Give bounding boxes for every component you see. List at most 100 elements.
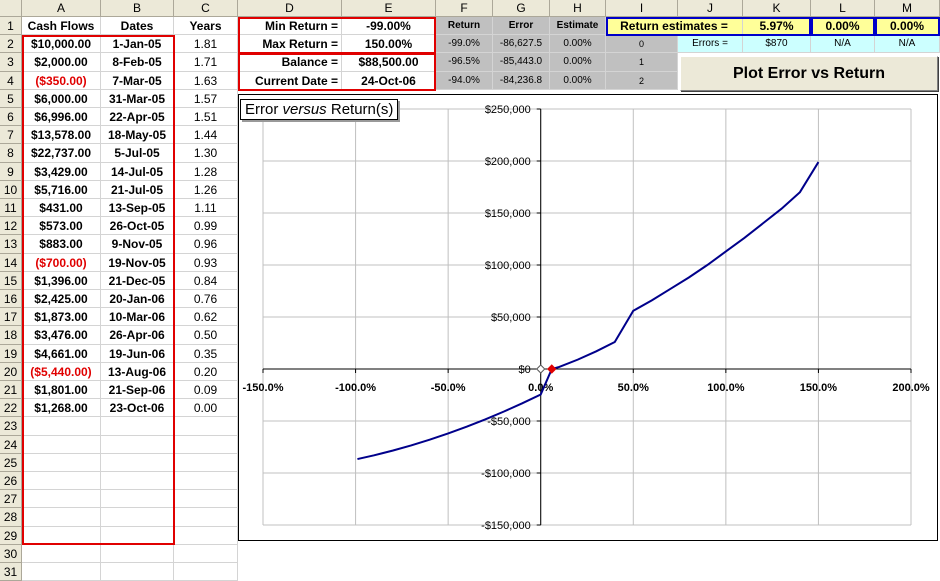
grid-cell[interactable] [101, 563, 174, 581]
grid-cell[interactable] [174, 526, 238, 545]
grid-cell[interactable] [22, 417, 101, 436]
grid-cell[interactable] [101, 544, 174, 563]
param-value-current-date[interactable]: 24-Oct-06 [342, 71, 436, 90]
cashflow-years[interactable]: 0.99 [174, 217, 238, 236]
column-header-h[interactable]: H [550, 0, 606, 17]
row-header-6[interactable]: 6 [0, 108, 22, 127]
row-header-15[interactable]: 15 [0, 271, 22, 290]
grid-cell[interactable] [101, 526, 174, 545]
row-header-12[interactable]: 12 [0, 217, 22, 236]
grid-cell[interactable] [22, 563, 101, 581]
errors-label[interactable]: Errors = [678, 35, 743, 54]
row-header-25[interactable]: 25 [0, 453, 22, 472]
column-header-e[interactable]: E [342, 0, 436, 17]
column-header-a[interactable]: A [22, 0, 101, 17]
grid-cell[interactable] [22, 435, 101, 454]
cashflow-date[interactable]: 31-Mar-05 [101, 89, 174, 108]
table-header-error[interactable]: Error [493, 17, 550, 36]
column-header-b[interactable]: B [101, 0, 174, 17]
cashflow-date[interactable]: 13-Aug-06 [101, 362, 174, 381]
cashflow-amount[interactable]: $1,268.00 [22, 399, 101, 418]
table-index[interactable]: 2 [606, 71, 678, 90]
column-header-m[interactable]: M [875, 0, 940, 17]
table-error[interactable]: -85,443.0 [493, 53, 550, 72]
cashflow-date[interactable]: 19-Nov-05 [101, 253, 174, 272]
param-label-max-return[interactable]: Max Return = [238, 35, 342, 54]
column-header-i[interactable]: I [606, 0, 678, 17]
cashflow-years[interactable]: 1.81 [174, 35, 238, 54]
cashflow-amount[interactable]: ($700.00) [22, 253, 101, 272]
cashflow-date[interactable]: 9-Nov-05 [101, 235, 174, 254]
cashflow-date[interactable]: 20-Jan-06 [101, 290, 174, 309]
header-years[interactable]: Years [174, 17, 238, 36]
param-label-min-return[interactable]: Min Return = [238, 17, 342, 36]
row-header-7[interactable]: 7 [0, 126, 22, 145]
row-header-14[interactable]: 14 [0, 253, 22, 272]
return-estimate-3[interactable]: 0.00% [875, 17, 940, 36]
cashflow-date[interactable]: 21-Dec-05 [101, 271, 174, 290]
select-all-corner[interactable] [0, 0, 22, 17]
cashflow-date[interactable]: 26-Oct-05 [101, 217, 174, 236]
cashflow-years[interactable]: 1.51 [174, 108, 238, 127]
grid-cell[interactable] [174, 544, 238, 563]
row-header-4[interactable]: 4 [0, 71, 22, 90]
grid-cell[interactable] [101, 490, 174, 509]
grid-cell[interactable] [22, 453, 101, 472]
cashflow-years[interactable]: 1.11 [174, 199, 238, 218]
row-header-16[interactable]: 16 [0, 290, 22, 309]
table-header-estimate[interactable]: Estimate [550, 17, 606, 36]
cashflow-amount[interactable]: $1,396.00 [22, 271, 101, 290]
row-header-27[interactable]: 27 [0, 490, 22, 509]
param-label-balance[interactable]: Balance = [238, 53, 342, 72]
return-estimate-2[interactable]: 0.00% [811, 17, 875, 36]
row-header-29[interactable]: 29 [0, 526, 22, 545]
cashflow-years[interactable]: 0.09 [174, 381, 238, 400]
cashflow-years[interactable]: 0.62 [174, 308, 238, 327]
error-value-3[interactable]: N/A [875, 35, 940, 54]
cashflow-years[interactable]: 0.93 [174, 253, 238, 272]
row-header-20[interactable]: 20 [0, 362, 22, 381]
cashflow-amount[interactable]: $2,425.00 [22, 290, 101, 309]
header-dates[interactable]: Dates [101, 17, 174, 36]
cashflow-years[interactable]: 1.26 [174, 180, 238, 199]
table-estimate[interactable]: 0.00% [550, 35, 606, 54]
param-value-balance[interactable]: $88,500.00 [342, 53, 436, 72]
table-index[interactable]: 0 [606, 35, 678, 54]
table-return[interactable]: -96.5% [436, 53, 493, 72]
grid-cell[interactable] [174, 417, 238, 436]
chart-area[interactable]: -150.0% -100.0% -50.0% 0.0% 50.0% 100.0% 150.0… [238, 94, 938, 541]
grid-cell[interactable] [22, 472, 101, 491]
table-estimate[interactable]: 0.00% [550, 53, 606, 72]
grid-cell[interactable] [174, 563, 238, 581]
grid-cell[interactable] [101, 453, 174, 472]
row-header-5[interactable]: 5 [0, 89, 22, 108]
table-error[interactable]: -86,627.5 [493, 35, 550, 54]
cashflow-amount[interactable]: $6,000.00 [22, 89, 101, 108]
row-header-8[interactable]: 8 [0, 144, 22, 163]
row-header-3[interactable]: 3 [0, 53, 22, 72]
cashflow-years[interactable]: 0.84 [174, 271, 238, 290]
row-header-2[interactable]: 2 [0, 35, 22, 54]
grid-cell[interactable] [174, 508, 238, 527]
cashflow-years[interactable]: 0.50 [174, 326, 238, 345]
cashflow-amount[interactable]: $1,873.00 [22, 308, 101, 327]
grid-cell[interactable] [174, 453, 238, 472]
grid-cell[interactable] [22, 508, 101, 527]
row-header-28[interactable]: 28 [0, 508, 22, 527]
return-estimates-label[interactable]: Return estimates = [606, 17, 743, 36]
cashflow-date[interactable]: 7-Mar-05 [101, 71, 174, 90]
cashflow-amount[interactable]: $1,801.00 [22, 381, 101, 400]
table-index[interactable]: 1 [606, 53, 678, 72]
grid-cell[interactable] [22, 544, 101, 563]
cashflow-amount[interactable]: ($350.00) [22, 71, 101, 90]
cashflow-years[interactable]: 0.20 [174, 362, 238, 381]
cashflow-years[interactable]: 0.76 [174, 290, 238, 309]
column-header-g[interactable]: G [493, 0, 550, 17]
grid-cell[interactable] [101, 435, 174, 454]
cashflow-amount[interactable]: ($5,440.00) [22, 362, 101, 381]
table-error[interactable]: -84,236.8 [493, 71, 550, 90]
cashflow-amount[interactable]: $4,661.00 [22, 344, 101, 363]
table-return[interactable]: -99.0% [436, 35, 493, 54]
column-header-c[interactable]: C [174, 0, 238, 17]
row-header-31[interactable]: 31 [0, 563, 22, 581]
